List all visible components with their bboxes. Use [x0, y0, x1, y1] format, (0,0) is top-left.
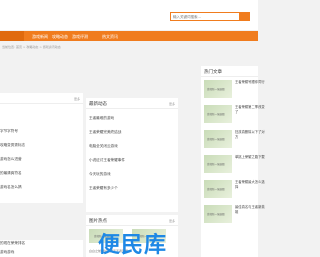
- thumbnail-image[interactable]: 游戏新一张展图: [204, 130, 232, 148]
- thumbnail-label: 游戏新一张展图: [207, 88, 225, 91]
- search-button[interactable]: [239, 13, 249, 20]
- nav-item-hot[interactable]: 热文资讯: [102, 34, 118, 40]
- thumbnail-image[interactable]: 游戏新一张展图: [204, 205, 232, 223]
- list-item[interactable]: 字节字符号: [0, 129, 18, 134]
- list-item[interactable]: 王者荣耀完美终结战: [89, 130, 121, 135]
- nav-item-review[interactable]: 游戏评测: [72, 34, 88, 40]
- thumbnail-label: 游戏新一张展图: [207, 163, 225, 166]
- list-item[interactable]: 王者最难的游戏: [89, 116, 114, 121]
- search-input[interactable]: [173, 14, 233, 20]
- thumbnail-label: 游戏新一张展图: [207, 213, 225, 216]
- panel-title: 图片热点: [89, 219, 107, 224]
- center-panel: 最新动态 更多 王者最难的游戏 王者荣耀完美终结战 电脑全关闭云游戏 小说征讨王…: [86, 98, 178, 212]
- list-item[interactable]: 王者荣耀有多少个: [89, 186, 118, 191]
- more-link[interactable]: 更多: [74, 97, 80, 101]
- thumbnail-image[interactable]: 游戏新一张展图: [204, 80, 232, 98]
- list-item[interactable]: 小说征讨王者荣耀事件: [89, 158, 125, 163]
- more-link[interactable]: 更多: [169, 102, 175, 106]
- thumbnail-image[interactable]: 游戏新一张展图: [204, 155, 232, 173]
- list-item[interactable]: 游戏怎么进营: [0, 157, 22, 162]
- hot-item[interactable]: 王者荣耀第二季改变了: [235, 105, 265, 115]
- thumbnail-image[interactable]: 游戏新一张展图: [204, 180, 232, 198]
- list-item[interactable]: 游戏名怎么搞: [0, 185, 22, 190]
- list-item[interactable]: 今天玩的游戏: [89, 172, 111, 177]
- nav-item-news[interactable]: 游戏新闻: [32, 34, 48, 40]
- more-link[interactable]: 更多: [169, 219, 175, 223]
- left-panel-lower: 的现在荣荣排名 游戏游戏: [0, 240, 83, 257]
- panel-title: 最新动态: [89, 102, 107, 107]
- panel-head: 热门文章: [201, 66, 258, 77]
- hot-item[interactable]: 王者荣耀最大怎么选择: [235, 180, 265, 190]
- list-item[interactable]: 的最清爽符名: [0, 171, 22, 176]
- panel-head: 图片热点 更多: [86, 215, 178, 226]
- hot-item[interactable]: 单挑上荣耀之路下载: [235, 155, 265, 160]
- hot-item[interactable]: 最佳真名与王者新英雄: [235, 205, 265, 215]
- panel-head: 最新动态 更多: [86, 98, 178, 109]
- list-item[interactable]: 的现在荣荣排名: [0, 241, 25, 246]
- breadcrumb: 当前位置: 首页 > 攻略动态 > 游戏资讯动态: [2, 45, 61, 49]
- list-item[interactable]: 电脑全关闭云游戏: [89, 144, 118, 149]
- hot-item[interactable]: 狂孩真删除以下了对方: [235, 130, 265, 140]
- nav-home[interactable]: [0, 31, 24, 41]
- thumbnail-label: 游戏新一张展图: [207, 113, 225, 116]
- thumbnail-label: 游戏新一张展图: [207, 188, 225, 191]
- search-box[interactable]: [170, 12, 250, 21]
- main-nav: 游戏新闻 攻略动态 游戏评测 热文资讯: [0, 31, 258, 41]
- nav-item-guide[interactable]: 攻略动态: [52, 34, 68, 40]
- left-panel: 更多 字节字符号 攻略变秀秀标志 游戏怎么进营 的最清爽符名 游戏名怎么搞: [0, 93, 83, 203]
- thumbnail-image[interactable]: 游戏新一张展图: [204, 105, 232, 123]
- list-item[interactable]: 游戏游戏: [0, 250, 14, 255]
- panel-head: 更多: [0, 93, 83, 104]
- thumbnail-label: 游戏新一张展图: [207, 138, 225, 141]
- watermark-logo: 便民库: [98, 233, 168, 257]
- hot-panel: 热门文章 游戏新一张展图 王者荣耀号跟你同行 游戏新一张展图 王者荣耀第二季改变…: [201, 66, 265, 257]
- list-item[interactable]: 攻略变秀秀标志: [0, 143, 25, 148]
- hot-item[interactable]: 王者荣耀号跟你同行: [235, 80, 265, 85]
- panel-title: 热门文章: [204, 70, 222, 75]
- header-bar: [0, 0, 258, 30]
